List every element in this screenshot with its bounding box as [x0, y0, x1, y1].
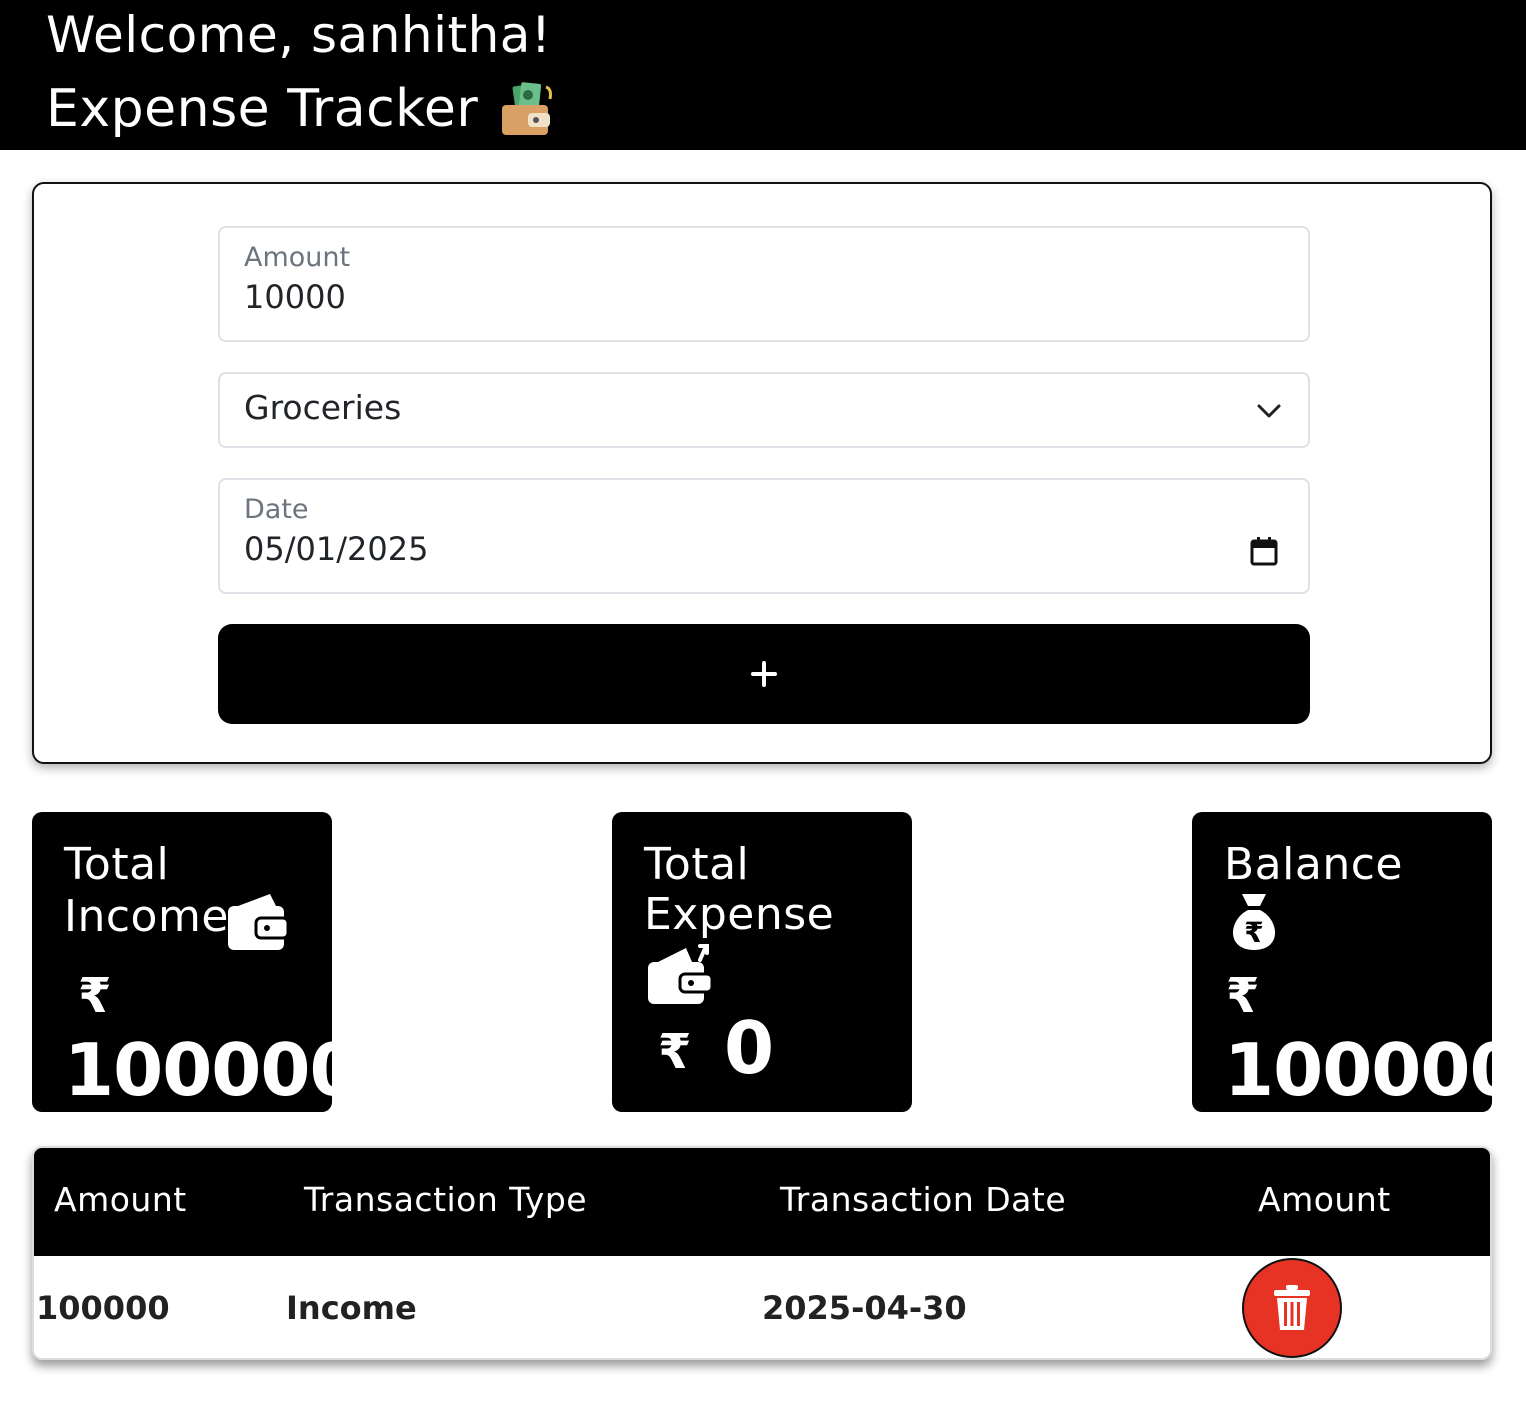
expense-value: 0 — [724, 1006, 774, 1090]
add-transaction-button[interactable] — [218, 624, 1310, 724]
wallet-icon — [228, 894, 290, 950]
amount-field[interactable]: Amount 10000 — [218, 226, 1310, 342]
column-header-transaction-type: Transaction Type — [304, 1180, 588, 1219]
table-header: Amount Transaction Type Transaction Date… — [34, 1148, 1490, 1256]
app-header: Welcome, sanhitha! Expense Tracker — [0, 0, 1526, 150]
expense-currency: ₹ — [658, 1024, 692, 1080]
amount-input-value[interactable]: 10000 — [244, 278, 346, 316]
transactions-table: Amount Transaction Type Transaction Date… — [32, 1146, 1492, 1360]
wallet-out-icon — [648, 944, 714, 1004]
svg-text:₹: ₹ — [1244, 916, 1263, 949]
column-header-amount: Amount — [54, 1180, 187, 1219]
transaction-form: Amount 10000 Groceries Date 05/01/2025 — [32, 182, 1492, 764]
expense-title-line1: Total — [644, 839, 750, 890]
trash-icon — [1274, 1285, 1310, 1330]
title-row: Expense Tracker — [46, 76, 558, 142]
calendar-icon[interactable] — [1250, 536, 1278, 566]
column-header-action: Amount — [1258, 1180, 1391, 1219]
date-input-value[interactable]: 05/01/2025 — [244, 530, 428, 568]
balance-title: Balance — [1224, 839, 1403, 890]
row-transaction-date: 2025-04-30 — [762, 1289, 967, 1327]
total-expense-card: Total Expense ₹ 0 — [612, 812, 912, 1112]
chevron-down-icon — [1257, 404, 1281, 418]
income-title-line1: Total — [64, 839, 170, 890]
balance-card: Balance ₹ ₹ 100000 — [1192, 812, 1520, 1112]
app-title: Expense Tracker — [46, 79, 479, 139]
delete-transaction-button[interactable] — [1242, 1258, 1342, 1358]
balance-value: 100000 — [1224, 1028, 1520, 1112]
total-income-card: Total Income ₹ 100000 — [32, 812, 360, 1112]
income-currency: ₹ — [78, 968, 112, 1024]
date-label: Date — [244, 494, 309, 525]
plus-icon — [751, 661, 777, 687]
expense-title-line2: Expense — [644, 889, 835, 940]
date-field[interactable]: Date 05/01/2025 — [218, 478, 1310, 594]
column-header-transaction-date: Transaction Date — [780, 1180, 1067, 1219]
wallet-money-icon — [502, 82, 553, 135]
income-value: 100000 — [64, 1028, 360, 1112]
category-selected-value: Groceries — [244, 388, 402, 427]
balance-currency: ₹ — [1226, 968, 1260, 1024]
row-amount: 100000 — [36, 1289, 170, 1327]
welcome-message: Welcome, sanhitha! — [46, 6, 552, 64]
category-select[interactable]: Groceries — [218, 372, 1310, 448]
amount-label: Amount — [244, 242, 351, 273]
income-title-line2: Income — [64, 891, 229, 942]
row-transaction-type: Income — [286, 1289, 417, 1327]
money-bag-icon: ₹ — [1232, 894, 1276, 950]
